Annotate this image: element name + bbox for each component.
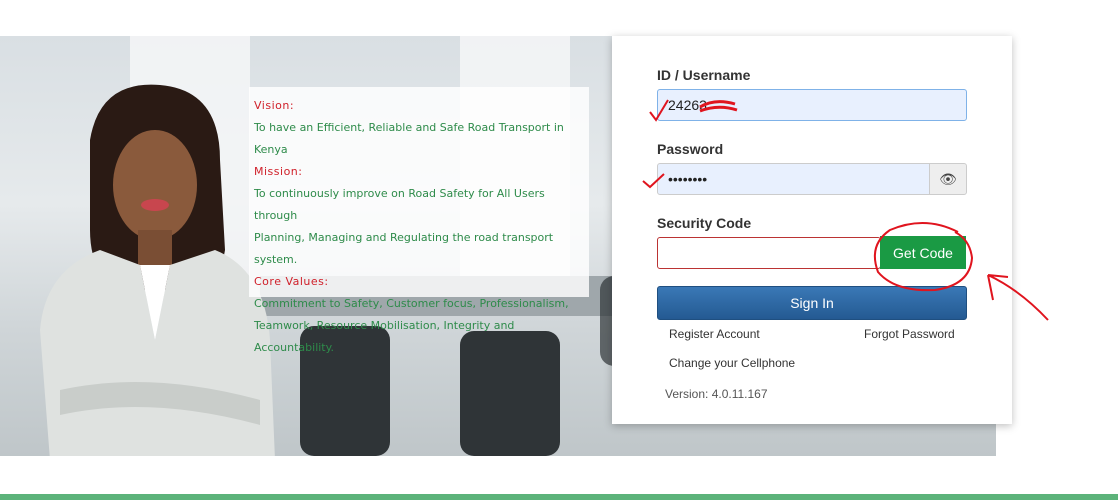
vision-mission-panel: Vision: To have an Efficient, Reliable a… <box>249 87 589 354</box>
show-password-button[interactable]: 👁 <box>929 163 967 195</box>
woman-portrait <box>40 84 275 456</box>
sign-in-button[interactable]: Sign In <box>657 286 967 320</box>
register-account-link[interactable]: Register Account <box>669 327 760 341</box>
vision-heading: Vision: <box>254 99 295 112</box>
username-input[interactable] <box>657 89 967 121</box>
change-cellphone-link[interactable]: Change your Cellphone <box>669 356 795 370</box>
forgot-password-link[interactable]: Forgot Password <box>864 327 955 341</box>
vision-text: To have an Efficient, Reliable and Safe … <box>254 121 564 156</box>
version-text: Version: 4.0.11.167 <box>665 387 768 401</box>
core-values-heading: Core Values: <box>254 275 329 288</box>
eye-icon: 👁 <box>939 170 957 187</box>
password-input[interactable] <box>657 163 930 195</box>
security-code-label: Security Code <box>657 215 752 231</box>
footer-accent-line <box>0 494 1118 500</box>
core-values-text: Commitment to Safety, Customer focus, Pr… <box>254 297 569 310</box>
id-label: ID / Username <box>657 67 751 83</box>
mission-text: To continuously improve on Road Safety f… <box>254 187 545 222</box>
core-values-text: Teamwork, Resource Mobilisation, Integri… <box>254 319 515 354</box>
mission-heading: Mission: <box>254 165 303 178</box>
password-label: Password <box>657 141 724 157</box>
login-card: ID / Username Password 👁 Security Code G… <box>612 36 1012 424</box>
mission-text: Planning, Managing and Regulating the ro… <box>254 231 554 266</box>
get-code-button[interactable]: Get Code <box>880 236 966 269</box>
security-code-input[interactable] <box>657 237 881 269</box>
